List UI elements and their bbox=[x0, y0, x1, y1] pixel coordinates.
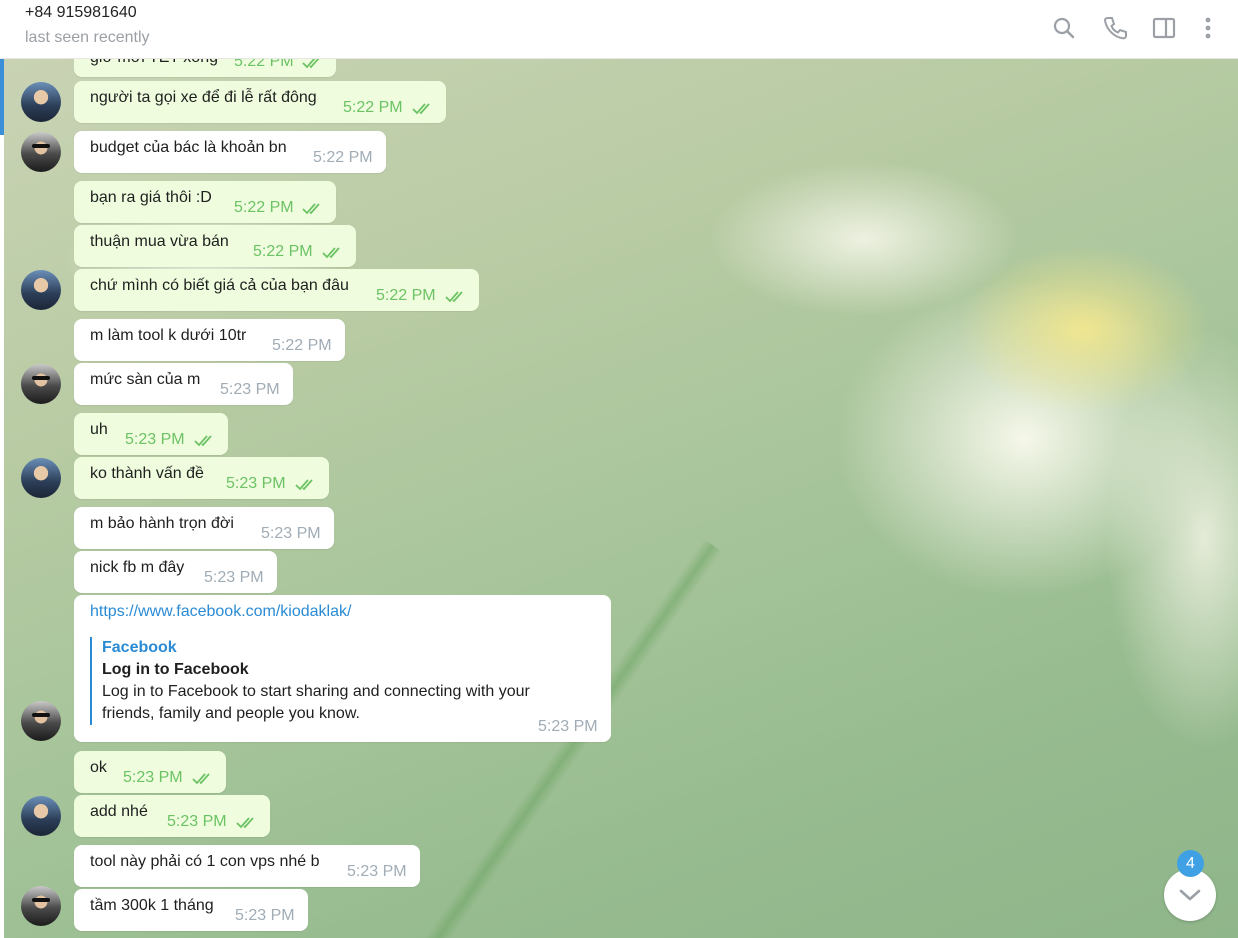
message-text: bạn ra giá thôi :D bbox=[90, 189, 212, 206]
message-time: 5:23 PM bbox=[261, 525, 321, 542]
message-text: nick fb m đây bbox=[90, 559, 185, 576]
chevron-down-icon bbox=[1179, 889, 1201, 901]
avatar[interactable] bbox=[21, 364, 61, 404]
read-check-icon bbox=[295, 479, 313, 491]
message-text: m làm tool k dưới 10tr bbox=[90, 327, 247, 344]
preview-site: Facebook bbox=[102, 639, 177, 656]
message-incoming[interactable]: nick fb m đây 5:23 PM bbox=[74, 551, 277, 593]
message-time: 5:22 PM bbox=[234, 59, 294, 70]
read-check-icon bbox=[302, 59, 320, 69]
message-text: giờ mới TET xong bbox=[90, 59, 218, 67]
avatar-glasses bbox=[32, 144, 50, 148]
message-outgoing[interactable]: bạn ra giá thôi :D 5:22 PM bbox=[74, 181, 336, 223]
message-outgoing[interactable]: add nhé 5:23 PM bbox=[74, 795, 270, 837]
message-incoming[interactable]: m làm tool k dưới 10tr 5:22 PM bbox=[74, 319, 345, 361]
message-incoming[interactable]: budget của bác là khoản bn 5:22 PM bbox=[74, 131, 386, 173]
avatar[interactable] bbox=[21, 132, 61, 172]
contact-status: last seen recently bbox=[25, 29, 150, 46]
message-text: ko thành vấn đề bbox=[90, 465, 204, 482]
message-time: 5:23 PM bbox=[220, 381, 280, 398]
message-time: 5:23 PM bbox=[204, 569, 264, 586]
read-check-icon bbox=[194, 435, 212, 447]
message-time: 5:22 PM bbox=[313, 149, 373, 166]
message-link[interactable]: https://www.facebook.com/kiodaklak/ bbox=[90, 603, 351, 621]
message-time: 5:23 PM bbox=[123, 769, 183, 786]
side-panel-icon[interactable] bbox=[1150, 14, 1178, 42]
read-check-icon bbox=[236, 817, 254, 829]
message-text: ok bbox=[90, 759, 107, 776]
read-check-icon bbox=[445, 291, 463, 303]
message-text: tầm 300k 1 tháng bbox=[90, 897, 214, 914]
message-list[interactable]: giờ mới TET xong 5:22 PM người ta gọi xe… bbox=[4, 59, 1238, 938]
message-time: 5:22 PM bbox=[234, 199, 294, 216]
avatar[interactable] bbox=[21, 458, 61, 498]
message-link-preview[interactable]: https://www.facebook.com/kiodaklak/ Face… bbox=[74, 595, 611, 742]
preview-title: Log in to Facebook bbox=[102, 661, 249, 678]
avatar-glasses bbox=[32, 898, 50, 902]
message-text: người ta gọi xe để đi lễ rất đông bbox=[90, 89, 317, 106]
message-text: budget của bác là khoản bn bbox=[90, 139, 287, 156]
message-time: 5:23 PM bbox=[226, 475, 286, 492]
message-outgoing[interactable]: chứ mình có biết giá cả của bạn đâu 5:22… bbox=[74, 269, 479, 311]
preview-description: Log in to Facebook to start sharing and … bbox=[102, 683, 530, 722]
message-time: 5:23 PM bbox=[167, 813, 227, 830]
read-check-icon bbox=[322, 247, 340, 259]
avatar[interactable] bbox=[21, 270, 61, 310]
message-time: 5:23 PM bbox=[235, 907, 295, 924]
avatar[interactable] bbox=[21, 82, 61, 122]
message-time: 5:23 PM bbox=[538, 718, 598, 735]
read-check-icon bbox=[192, 773, 210, 785]
message-outgoing[interactable]: uh 5:23 PM bbox=[74, 413, 228, 455]
message-outgoing[interactable]: giờ mới TET xong 5:22 PM bbox=[74, 59, 336, 77]
phone-icon[interactable] bbox=[1101, 14, 1129, 42]
avatar[interactable] bbox=[21, 701, 61, 741]
message-text: chứ mình có biết giá cả của bạn đâu bbox=[90, 277, 349, 294]
message-outgoing[interactable]: ko thành vấn đề 5:23 PM bbox=[74, 457, 329, 499]
message-time: 5:22 PM bbox=[253, 243, 313, 260]
chat-header: +84 915981640 last seen recently bbox=[0, 0, 1238, 59]
message-outgoing[interactable]: người ta gọi xe để đi lễ rất đông 5:22 P… bbox=[74, 81, 446, 123]
message-incoming[interactable]: mức sàn của m 5:23 PM bbox=[74, 363, 293, 405]
message-incoming[interactable]: tool này phải có 1 con vps nhé b 5:23 PM bbox=[74, 845, 420, 887]
more-vertical-icon[interactable] bbox=[1194, 14, 1222, 42]
message-outgoing[interactable]: ok 5:23 PM bbox=[74, 751, 226, 793]
message-text: mức sàn của m bbox=[90, 371, 201, 388]
message-incoming[interactable]: tầm 300k 1 tháng 5:23 PM bbox=[74, 889, 308, 931]
message-text: m bảo hành trọn đời bbox=[90, 515, 234, 532]
avatar[interactable] bbox=[21, 796, 61, 836]
avatar[interactable] bbox=[21, 886, 61, 926]
search-icon[interactable] bbox=[1050, 14, 1078, 42]
read-check-icon bbox=[412, 103, 430, 115]
message-time: 5:23 PM bbox=[347, 863, 407, 880]
avatar-glasses bbox=[32, 376, 50, 380]
message-time: 5:22 PM bbox=[343, 99, 403, 116]
message-text: uh bbox=[90, 421, 108, 438]
avatar-glasses bbox=[32, 713, 50, 717]
message-text: tool này phải có 1 con vps nhé b bbox=[90, 853, 320, 870]
link-preview[interactable]: Facebook Log in to Facebook Log in to Fa… bbox=[90, 637, 582, 725]
message-time: 5:22 PM bbox=[376, 287, 436, 304]
message-text: thuận mua vừa bán bbox=[90, 233, 229, 250]
message-text: add nhé bbox=[90, 803, 148, 820]
message-outgoing[interactable]: thuận mua vừa bán 5:22 PM bbox=[74, 225, 356, 267]
message-time: 5:22 PM bbox=[272, 337, 332, 354]
contact-name[interactable]: +84 915981640 bbox=[25, 4, 137, 22]
active-chat-indicator bbox=[0, 59, 4, 135]
message-incoming[interactable]: m bảo hành trọn đời 5:23 PM bbox=[74, 507, 334, 549]
message-time: 5:23 PM bbox=[125, 431, 185, 448]
unread-count-badge: 4 bbox=[1177, 850, 1204, 877]
read-check-icon bbox=[302, 203, 320, 215]
